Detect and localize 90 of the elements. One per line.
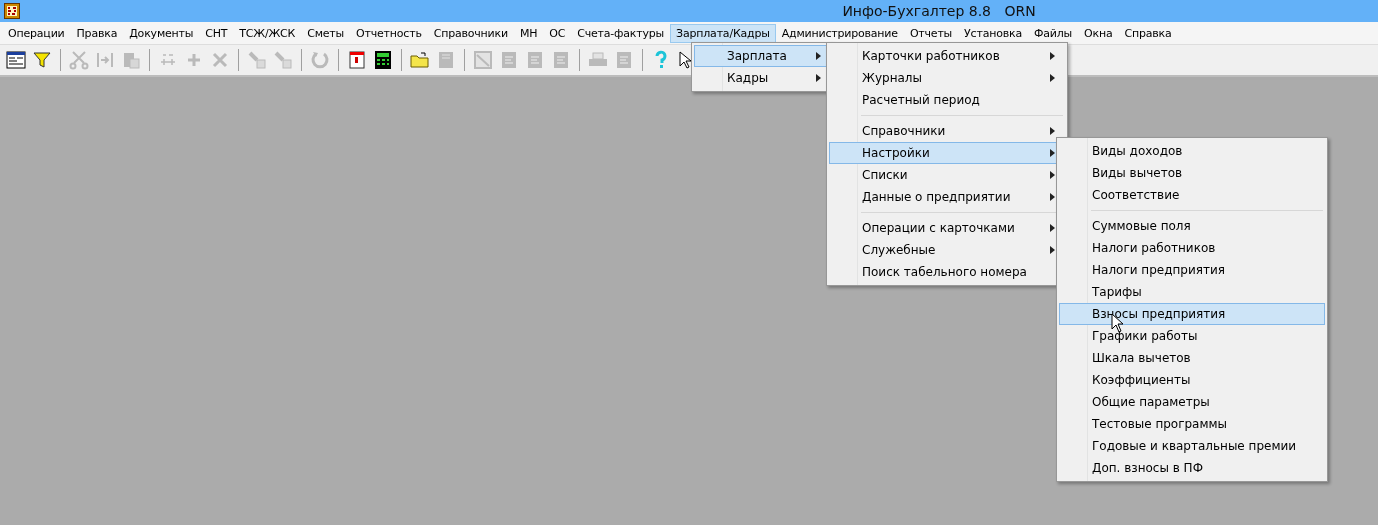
menu-entry[interactable]: Графики работы xyxy=(1059,325,1325,347)
scissors-icon xyxy=(69,50,89,70)
submenu-arrow-icon xyxy=(1050,127,1056,135)
menu-entry-label: Списки xyxy=(862,168,909,182)
abacus-icon xyxy=(4,3,20,19)
menu-item[interactable]: СНТ xyxy=(199,23,234,43)
menu-entry-label: Служебные xyxy=(862,243,937,257)
menu-entry[interactable]: Доп. взносы в ПФ xyxy=(1059,457,1325,479)
menu-entry[interactable]: Журналы xyxy=(829,67,1065,89)
submenu-arrow-icon xyxy=(816,74,822,82)
menu-item[interactable]: МН xyxy=(513,23,544,43)
menu-item[interactable]: Зарплата/Кадры xyxy=(670,23,776,43)
menu-item[interactable]: Отчетность xyxy=(350,23,428,43)
menu-entry-label: Журналы xyxy=(862,71,923,85)
menu-entry-label: Соответствие xyxy=(1092,188,1181,202)
menu-entry[interactable]: Карточки работников xyxy=(829,45,1065,67)
menu-entry-label: Суммовые поля xyxy=(1092,219,1192,233)
menu-entry-label: Операции с карточками xyxy=(862,221,1016,235)
menu-entry-label: Настройки xyxy=(862,146,931,160)
menu-entry-label: Коэффициенты xyxy=(1092,373,1192,387)
menu-entry[interactable]: Взносы предприятия xyxy=(1059,303,1325,325)
menu-item[interactable]: Отчеты xyxy=(903,23,959,43)
filter-icon xyxy=(32,50,52,70)
calculator-icon xyxy=(373,50,393,70)
calendar-icon xyxy=(347,50,367,70)
toolbar-button[interactable] xyxy=(4,48,28,72)
menu-item[interactable]: Установка xyxy=(958,23,1028,43)
delete-icon xyxy=(210,50,230,70)
menu-entry-label: Шкала вычетов xyxy=(1092,351,1192,365)
menu-entry-label: Поиск табельного номера xyxy=(862,265,1028,279)
menu-entry[interactable]: Шкала вычетов xyxy=(1059,347,1325,369)
menu-entry-label: Тарифы xyxy=(1092,285,1143,299)
menu-entry-label: Карточки работников xyxy=(862,49,1001,63)
arrows-icon xyxy=(95,50,115,70)
refresh-icon xyxy=(310,50,330,70)
menu-entry-label: Тестовые программы xyxy=(1092,417,1229,431)
document-icon xyxy=(614,50,634,70)
menu-item[interactable]: Сметы xyxy=(301,23,351,43)
menu-item[interactable]: Справка xyxy=(1118,23,1178,43)
menu-entry-label: Справочники xyxy=(862,124,947,138)
menu-entry-label: Зарплата xyxy=(727,49,788,63)
menu-entry-label: Виды вычетов xyxy=(1092,166,1184,180)
menu-item[interactable]: Счета-фактуры xyxy=(571,23,671,43)
menu-entry-label: Взносы предприятия xyxy=(1092,307,1227,321)
menu-entry-label: Расчетный период xyxy=(862,93,981,107)
menu-entry-label: Графики работы xyxy=(1092,329,1199,343)
menu-entry[interactable]: Тарифы xyxy=(1059,281,1325,303)
submenu-arrow-icon xyxy=(1050,52,1056,60)
window-title: Инфо-Бухгалтер 8.8 ORN xyxy=(841,3,1037,19)
menu-item[interactable]: Правка xyxy=(70,23,124,43)
menu-entry[interactable]: Справочники xyxy=(829,120,1065,142)
menu-entry[interactable]: Коэффициенты xyxy=(1059,369,1325,391)
menu-item[interactable]: Окна xyxy=(1078,23,1119,43)
menu-item[interactable]: ТСЖ/ЖСК xyxy=(233,23,302,43)
menu-entry-label: Налоги предприятия xyxy=(1092,263,1226,277)
submenu-arrow-icon xyxy=(1050,74,1056,82)
menu-entry-label: Данные о предприятии xyxy=(862,190,1012,204)
menu-item[interactable]: Администрирование xyxy=(775,23,904,43)
image-icon xyxy=(473,50,493,70)
menu-entry[interactable]: Общие параметры xyxy=(1059,391,1325,413)
menu-entry-label: Доп. взносы в ПФ xyxy=(1092,461,1204,475)
submenu-arrow-icon xyxy=(1050,246,1056,254)
save-icon xyxy=(436,50,456,70)
submenu-arrow-icon xyxy=(1050,224,1056,232)
menu-entry[interactable]: Годовые и квартальные премии xyxy=(1059,435,1325,457)
menu-item[interactable]: Справочники xyxy=(427,23,514,43)
document-icon xyxy=(499,50,519,70)
folder-icon xyxy=(410,50,430,70)
submenu-arrow-icon xyxy=(1050,149,1056,157)
menu-entry[interactable]: Налоги предприятия xyxy=(1059,259,1325,281)
submenu-arrow-icon xyxy=(816,52,822,60)
brush-icon xyxy=(273,50,293,70)
menu-entry-label: Годовые и квартальные премии xyxy=(1092,439,1298,453)
menu-item[interactable]: Документы xyxy=(123,23,200,43)
submenu-arrow-icon xyxy=(1050,171,1056,179)
menu-entry[interactable]: Расчетный период xyxy=(829,89,1065,111)
menu-entry-label: Виды доходов xyxy=(1092,144,1184,158)
document-icon xyxy=(551,50,571,70)
menu-entry-label: Налоги работников xyxy=(1092,241,1217,255)
document-icon xyxy=(525,50,545,70)
submenu-arrow-icon xyxy=(1050,193,1056,201)
menu-entry-label: Кадры xyxy=(727,71,770,85)
menu-entry[interactable]: Тестовые программы xyxy=(1059,413,1325,435)
menu-item[interactable]: Файлы xyxy=(1028,23,1079,43)
menu-entry-label: Общие параметры xyxy=(1092,395,1211,409)
brush-icon xyxy=(247,50,267,70)
menu-item[interactable]: ОС xyxy=(543,23,572,43)
menu-item[interactable]: Операции xyxy=(2,23,71,43)
paste-icon xyxy=(121,50,141,70)
table-icon xyxy=(6,50,26,70)
